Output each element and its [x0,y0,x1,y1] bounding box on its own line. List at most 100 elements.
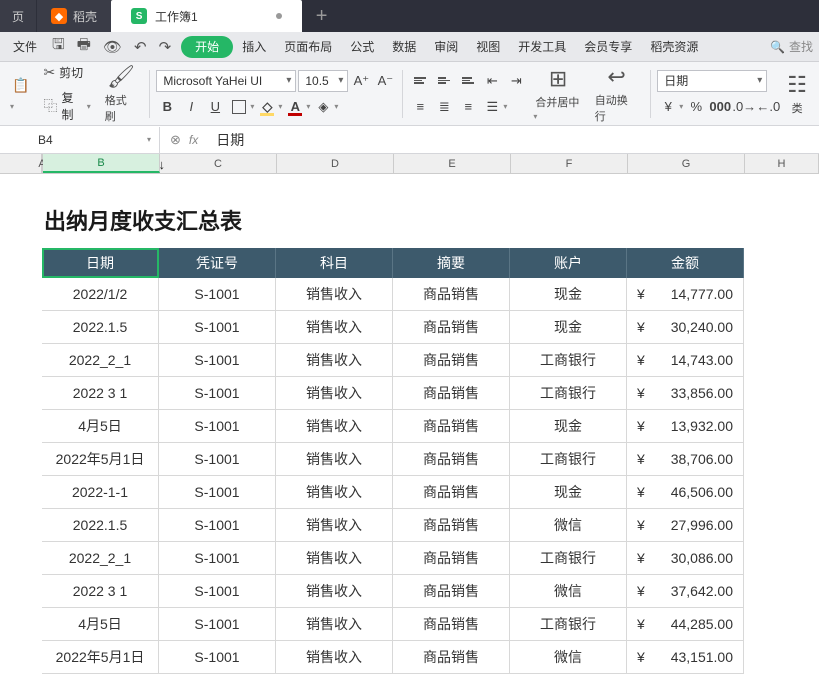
header-account[interactable]: 账户 [510,248,627,278]
col-header-C[interactable]: C [160,154,277,173]
cell-amount[interactable]: ¥37,642.00 [627,575,744,607]
increase-decimal-button[interactable]: .0→ [733,96,755,118]
font-color-button[interactable]: A [284,96,306,118]
cell-date[interactable]: 4月5日 [42,410,159,442]
sheet-title[interactable]: 出纳月度收支汇总表 [44,204,242,236]
formula-input[interactable]: 日期 [208,130,819,150]
cell-subject[interactable]: 销售收入 [276,344,393,376]
table-row[interactable]: 4月5日S-1001销售收入商品销售现金¥13,932.00 [42,410,744,443]
menu-formula[interactable]: 公式 [341,32,383,62]
menu-data[interactable]: 数据 [383,32,425,62]
increase-font-button[interactable]: A⁺ [350,70,372,92]
cell-voucher[interactable]: S-1001 [159,377,276,409]
cell-summary[interactable]: 商品销售 [393,608,510,640]
cell-amount[interactable]: ¥44,285.00 [627,608,744,640]
table-row[interactable]: 4月5日S-1001销售收入商品销售工商银行¥44,285.00 [42,608,744,641]
table-row[interactable]: 2022年5月1日S-1001销售收入商品销售工商银行¥38,706.00 [42,443,744,476]
cell-amount[interactable]: ¥30,240.00 [627,311,744,343]
cell-amount[interactable]: ¥46,506.00 [627,476,744,508]
table-row[interactable]: 2022.1.5S-1001销售收入商品销售微信¥27,996.00 [42,509,744,542]
cell-account[interactable]: 工商银行 [510,344,627,376]
col-header-F[interactable]: F [511,154,628,173]
align-left-button[interactable]: ≡ [409,96,431,118]
cell-account[interactable]: 微信 [510,509,627,541]
cell-date[interactable]: 4月5日 [42,608,159,640]
menu-dev[interactable]: 开发工具 [509,32,575,62]
menu-member[interactable]: 会员专享 [575,32,641,62]
menu-layout[interactable]: 页面布局 [275,32,341,62]
cell-voucher[interactable]: S-1001 [159,575,276,607]
cell-voucher[interactable]: S-1001 [159,443,276,475]
header-summary[interactable]: 摘要 [393,248,510,278]
col-header-H[interactable]: H [745,154,819,173]
clear-format-button[interactable]: ◈ [312,96,334,118]
col-header-G[interactable]: G [628,154,745,173]
new-tab-button[interactable]: + [302,0,342,32]
align-center-button[interactable]: ≣ [433,96,455,118]
cell-summary[interactable]: 商品销售 [393,641,510,673]
align-bottom-button[interactable] [457,70,479,92]
menu-view[interactable]: 视图 [467,32,509,62]
font-size-combo[interactable]: 10.5 [298,70,348,92]
merge-center-button[interactable]: ⊞ 合并居中▾ [529,64,586,124]
menu-docer[interactable]: 稻壳资源 [641,32,707,62]
copy-button[interactable]: ⿻复制▾ [37,87,96,125]
tab-workbook[interactable]: S 工作簿1 [111,0,302,32]
cell-voucher[interactable]: S-1001 [159,344,276,376]
header-date[interactable]: 日期 [42,248,159,278]
cell-summary[interactable]: 商品销售 [393,443,510,475]
table-row[interactable]: 2022.1.5S-1001销售收入商品销售现金¥30,240.00 [42,311,744,344]
paste-dropdown[interactable]: ▾ [6,100,35,113]
cell-voucher[interactable]: S-1001 [159,476,276,508]
cell-summary[interactable]: 商品销售 [393,575,510,607]
cell-summary[interactable]: 商品销售 [393,311,510,343]
align-top-button[interactable] [409,70,431,92]
tab-docer[interactable]: ◆ 稻壳 [36,0,111,32]
currency-button[interactable]: ¥ [657,96,679,118]
cell-account[interactable]: 微信 [510,575,627,607]
menu-start[interactable]: 开始 [181,36,233,58]
cell-subject[interactable]: 销售收入 [276,476,393,508]
cell-date[interactable]: 2022.1.5 [42,311,159,343]
decrease-decimal-button[interactable]: ←.0 [757,96,779,118]
table-row[interactable]: 2022 3 1S-1001销售收入商品销售微信¥37,642.00 [42,575,744,608]
cell-date[interactable]: 2022年5月1日 [42,443,159,475]
cell-date[interactable]: 2022-1-1 [42,476,159,508]
cell-date[interactable]: 2022年5月1日 [42,641,159,673]
header-subject[interactable]: 科目 [276,248,393,278]
align-justify-button[interactable]: ☰ [481,96,503,118]
table-row[interactable]: 2022/1/2S-1001销售收入商品销售现金¥14,777.00 [42,278,744,311]
cell-date[interactable]: 2022_2_1 [42,344,159,376]
paste-button[interactable]: 📋 [6,75,35,96]
cell-subject[interactable]: 销售收入 [276,443,393,475]
redo-icon[interactable]: ↷ [153,38,178,56]
align-right-button[interactable]: ≡ [457,96,479,118]
cell-summary[interactable]: 商品销售 [393,476,510,508]
cell-summary[interactable]: 商品销售 [393,377,510,409]
header-amount[interactable]: 金额 [627,248,744,278]
cell-date[interactable]: 2022 3 1 [42,377,159,409]
cell-date[interactable]: 2022.1.5 [42,509,159,541]
fill-color-button[interactable]: ◇ [256,96,278,118]
cell-account[interactable]: 现金 [510,410,627,442]
search-box[interactable]: 🔍 查找 [770,38,819,55]
format-painter-button[interactable]: 🖌 格式刷 [99,62,144,126]
italic-button[interactable]: I [180,96,202,118]
cell-voucher[interactable]: S-1001 [159,641,276,673]
fx-icon[interactable]: fx [189,133,198,147]
menu-file[interactable]: 文件 [4,32,46,62]
cell-voucher[interactable]: S-1001 [159,311,276,343]
bold-button[interactable]: B [156,96,178,118]
cell-summary[interactable]: 商品销售 [393,542,510,574]
undo-icon[interactable]: ↶ [128,38,153,56]
cell-amount[interactable]: ¥38,706.00 [627,443,744,475]
col-header-B[interactable]: B ↓ [43,154,160,173]
cell-voucher[interactable]: S-1001 [159,542,276,574]
cell-summary[interactable]: 商品销售 [393,278,510,310]
col-header-E[interactable]: E [394,154,511,173]
cell-amount[interactable]: ¥43,151.00 [627,641,744,673]
table-row[interactable]: 2022年5月1日S-1001销售收入商品销售微信¥43,151.00 [42,641,744,674]
font-name-combo[interactable]: Microsoft YaHei UI [156,70,296,92]
cut-button[interactable]: ✂剪切 [37,62,96,83]
cell-subject[interactable]: 销售收入 [276,311,393,343]
